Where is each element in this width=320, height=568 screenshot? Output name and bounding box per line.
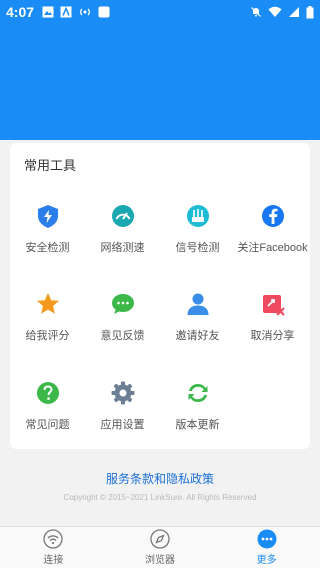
battery-icon — [306, 5, 314, 18]
tool-label: 给我评分 — [25, 330, 70, 342]
hotspot-icon — [80, 8, 90, 16]
status-system-icons — [250, 5, 314, 19]
status-time: 4:07 — [6, 4, 35, 20]
tool-label: 取消分享 — [250, 330, 295, 342]
nav-label: 连接 — [43, 555, 64, 566]
bell-off-icon — [251, 7, 261, 17]
speedometer-icon — [111, 205, 134, 227]
compass-icon — [150, 529, 170, 549]
gear-icon — [111, 381, 134, 405]
nav-label: 浏览器 — [145, 555, 175, 566]
tools-grid: 安全检测 网络测速 信号检测 关注Facebook 给我评分 意见反馈 邀请好友… — [10, 143, 310, 449]
tool-app-settings[interactable]: 应用设置 — [85, 380, 160, 440]
nav-browser[interactable]: 浏览器 — [107, 527, 214, 568]
tool-feedback[interactable]: 意见反馈 — [85, 291, 160, 351]
terms-privacy-link[interactable]: 服务条款和隐私政策 — [0, 470, 320, 487]
shield-icon — [37, 205, 58, 228]
bottom-nav: 连接 浏览器 更多 — [0, 526, 320, 568]
app-notification-icon — [98, 6, 110, 18]
tool-label: 邀请好友 — [175, 330, 220, 342]
copyright-text: Copyright © 2015~2021 LinkSure. All Righ… — [63, 493, 257, 502]
tool-label: 安全检测 — [25, 242, 70, 254]
tool-label: 关注Facebook — [237, 242, 308, 254]
chat-icon — [111, 294, 134, 314]
tool-rate-me[interactable]: 给我评分 — [10, 291, 85, 351]
more-icon — [257, 529, 277, 549]
star-icon — [36, 293, 59, 314]
wifi-icon — [43, 529, 63, 549]
question-icon — [36, 382, 59, 404]
tools-card: 常用工具 安全检测 网络测速 信号检测 关注Facebook 给我评分 意见反馈… — [10, 143, 310, 449]
tool-label: 信号检测 — [175, 242, 220, 254]
tool-invite-friends[interactable]: 邀请好友 — [160, 291, 235, 351]
tool-label: 意见反馈 — [100, 330, 145, 342]
tool-signal-check[interactable]: 信号检测 — [160, 203, 235, 263]
tool-faq[interactable]: 常见问题 — [10, 380, 85, 440]
header-banner — [0, 24, 320, 140]
wifi-status-icon — [268, 6, 282, 17]
tool-label: 版本更新 — [175, 419, 220, 431]
tool-label: 应用设置 — [100, 419, 145, 431]
notification-a-icon — [60, 6, 72, 18]
signal-icon — [289, 7, 299, 17]
refresh-icon — [188, 384, 207, 402]
tool-speed-test[interactable]: 网络测速 — [85, 203, 160, 263]
nav-label: 更多 — [256, 555, 277, 566]
router-icon — [186, 205, 209, 227]
person-icon — [187, 293, 208, 315]
tool-cancel-share[interactable]: 取消分享 — [235, 291, 310, 351]
image-icon — [42, 6, 54, 18]
status-notifications — [42, 6, 110, 18]
tool-security-check[interactable]: 安全检测 — [10, 203, 85, 263]
tool-label: 网络测速 — [100, 242, 145, 254]
nav-connect[interactable]: 连接 — [0, 527, 107, 568]
tool-label: 常见问题 — [25, 419, 70, 431]
tool-version-update[interactable]: 版本更新 — [160, 380, 235, 440]
nav-more[interactable]: 更多 — [213, 527, 320, 568]
facebook-icon — [261, 205, 284, 227]
tool-follow-facebook[interactable]: 关注Facebook — [235, 203, 310, 263]
status-bar: 4:07 — [0, 0, 320, 24]
share-cancel-icon — [262, 295, 285, 316]
